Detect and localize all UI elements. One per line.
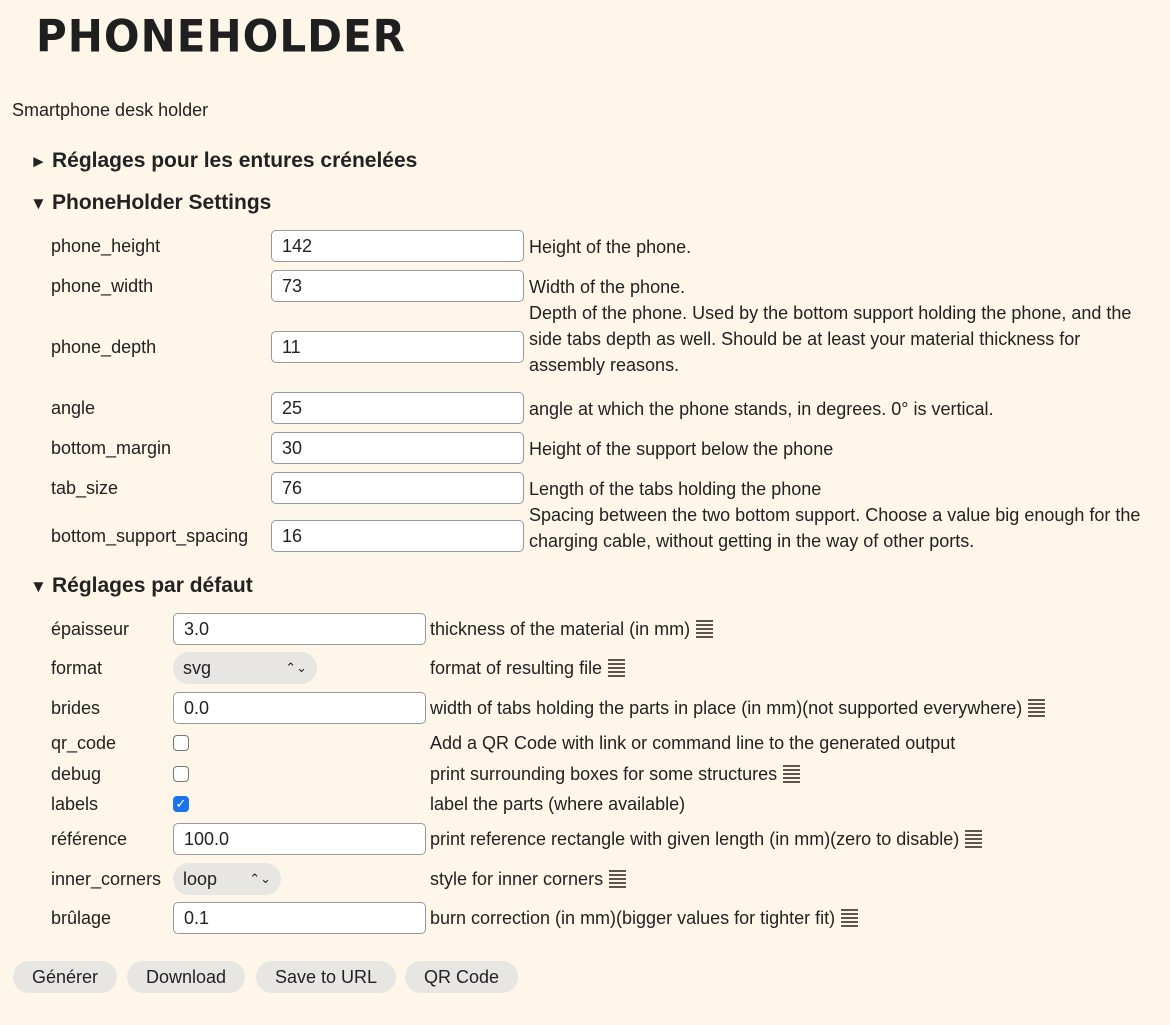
setting-label: labels <box>51 794 99 814</box>
help-text: style for inner corners <box>430 869 604 889</box>
download-button[interactable]: Download <box>127 961 246 993</box>
default-row-brûlage: brûlage 0.1 burn correction (in mm)(bigge… <box>51 902 859 934</box>
menu-lines-icon[interactable] <box>783 765 801 786</box>
setting-label: phone_depth <box>51 337 157 357</box>
default-row-épaisseur: épaisseur 3.0 thickness of the material (… <box>51 613 714 645</box>
setting-row-bottom_support_spacing: bottom_support_spacing 16 Spacing betwee… <box>51 505 1140 552</box>
setting-label: bottom_margin <box>51 438 172 458</box>
help-text: format of resulting file <box>430 658 603 678</box>
qr-code-button[interactable]: QR Code <box>405 961 519 993</box>
setting-help: format of resulting file <box>430 658 626 680</box>
section-toggle-default-settings[interactable]: ▼ Réglages par défaut <box>30 574 253 598</box>
menu-lines-icon[interactable] <box>608 659 626 680</box>
setting-label: debug <box>51 764 102 784</box>
setting-help: Height of the support below the phone <box>529 439 834 459</box>
setting-help: burn correction (in mm)(bigger values fo… <box>430 908 859 930</box>
help-text: thickness of the material (in mm) <box>430 619 691 639</box>
setting-label: phone_height <box>51 236 161 256</box>
setting-help: Add a QR Code with link or command line … <box>430 733 955 754</box>
setting-help: angle at which the phone stands, in degr… <box>529 399 994 419</box>
bottom_support_spacing-input[interactable]: 16 <box>271 520 524 552</box>
help-text: burn correction (in mm)(bigger values fo… <box>430 908 836 928</box>
setting-label: référence <box>51 829 128 849</box>
setting-help: Height of the phone. <box>529 237 692 257</box>
setting-label: épaisseur <box>51 619 130 639</box>
format-select[interactable]: svg ⌃⌄ <box>173 652 317 684</box>
setting-label: brides <box>51 698 101 718</box>
menu-lines-icon[interactable] <box>841 909 859 930</box>
setting-label: qr_code <box>51 733 117 753</box>
setting-row-phone_depth: phone_depth 11 Depth of the phone. Used … <box>51 303 1131 375</box>
setting-row-phone_width: phone_width 73 Width of the phone. <box>51 270 685 302</box>
setting-label: inner_corners <box>51 869 162 889</box>
setting-label: angle <box>51 398 96 418</box>
phone_depth-input[interactable]: 11 <box>271 331 524 363</box>
phone_height-input[interactable]: 142 <box>271 230 524 262</box>
g-n-rer-button[interactable]: Générer <box>13 961 118 993</box>
section-label: Réglages par défaut <box>52 574 253 597</box>
setting-label: phone_width <box>51 276 154 296</box>
inner_corners-select[interactable]: loop ⌃⌄ <box>173 863 281 895</box>
page-title: PhoneHolder <box>36 10 406 63</box>
setting-help: print surrounding boxes for some structu… <box>430 764 801 786</box>
setting-help: width of tabs holding the parts in place… <box>430 698 1046 720</box>
help-text: label the parts (where available) <box>430 794 686 814</box>
setting-row-phone_height: phone_height 142 Height of the phone. <box>51 230 691 262</box>
menu-lines-icon[interactable] <box>1028 699 1046 720</box>
setting-row-tab_size: tab_size 76 Length of the tabs holding t… <box>51 472 821 504</box>
chevron-updown-icon: ⌃⌄ <box>285 660 307 675</box>
section-toggle-phoneholder-settings[interactable]: ▼ PhoneHolder Settings <box>30 191 271 215</box>
référence-input[interactable]: 100.0 <box>173 823 426 855</box>
setting-help: Spacing between the two bottom support. … <box>529 505 1141 551</box>
section-label: PhoneHolder Settings <box>52 191 272 214</box>
setting-row-bottom_margin: bottom_margin 30 Height of the support b… <box>51 432 833 464</box>
page-description: Smartphone desk holder <box>12 100 209 120</box>
default-row-format: format svg ⌃⌄ format of resulting file <box>51 652 626 684</box>
chevron-updown-icon: ⌃⌄ <box>249 871 271 886</box>
default-row-debug: debug print surrounding boxes for some s… <box>51 764 801 786</box>
help-text: print surrounding boxes for some structu… <box>430 764 778 784</box>
expand-arrow-icon: ► <box>30 152 47 171</box>
bottom_margin-input[interactable]: 30 <box>271 432 524 464</box>
default-row-brides: brides 0.0 width of tabs holding the part… <box>51 692 1046 724</box>
save-to-url-button[interactable]: Save to URL <box>256 961 397 993</box>
setting-label: bottom_support_spacing <box>51 526 249 546</box>
default-row-référence: référence 100.0 print reference rectangle… <box>51 823 983 855</box>
selected-value: loop <box>183 868 218 889</box>
setting-label: brûlage <box>51 908 112 928</box>
selected-value: svg <box>183 657 212 678</box>
labels-checkbox[interactable]: ✓ <box>173 796 189 812</box>
setting-help: Width of the phone. <box>529 277 686 297</box>
setting-help: Length of the tabs holding the phone <box>529 479 822 499</box>
collapse-arrow-icon: ▼ <box>30 577 47 596</box>
setting-help: thickness of the material (in mm) <box>430 619 714 641</box>
section-label: Réglages pour les entures crénelées <box>52 149 418 172</box>
menu-lines-icon[interactable] <box>965 830 983 851</box>
setting-label: tab_size <box>51 478 119 498</box>
menu-lines-icon[interactable] <box>696 620 714 641</box>
help-text: print reference rectangle with given len… <box>430 829 960 849</box>
menu-lines-icon[interactable] <box>609 870 627 891</box>
setting-help: print reference rectangle with given len… <box>430 829 983 851</box>
brûlage-input[interactable]: 0.1 <box>173 902 426 934</box>
setting-help: label the parts (where available) <box>430 794 685 815</box>
default-row-inner_corners: inner_corners loop ⌃⌄ style for inner corn… <box>51 863 627 895</box>
phone_width-input[interactable]: 73 <box>271 270 524 302</box>
setting-help: style for inner corners <box>430 869 627 891</box>
tab_size-input[interactable]: 76 <box>271 472 524 504</box>
brides-input[interactable]: 0.0 <box>173 692 426 724</box>
default-row-qr_code: qr_code Add a QR Code with link or comma… <box>51 733 955 754</box>
setting-row-angle: angle 25 angle at which the phone stands… <box>51 392 993 424</box>
épaisseur-input[interactable]: 3.0 <box>173 613 426 645</box>
setting-label: format <box>51 658 103 678</box>
angle-input[interactable]: 25 <box>271 392 524 424</box>
help-text: Add a QR Code with link or command line … <box>430 733 956 753</box>
default-row-labels: labels ✓ label the parts (where available… <box>51 794 685 815</box>
help-text: width of tabs holding the parts in place… <box>430 698 1023 718</box>
section-toggle-finger-joints[interactable]: ► Réglages pour les entures crénelées <box>30 149 417 173</box>
qr_code-checkbox[interactable] <box>173 735 189 751</box>
collapse-arrow-icon: ▼ <box>30 194 47 213</box>
debug-checkbox[interactable] <box>173 766 189 782</box>
setting-help: Depth of the phone. Used by the bottom s… <box>529 303 1132 375</box>
